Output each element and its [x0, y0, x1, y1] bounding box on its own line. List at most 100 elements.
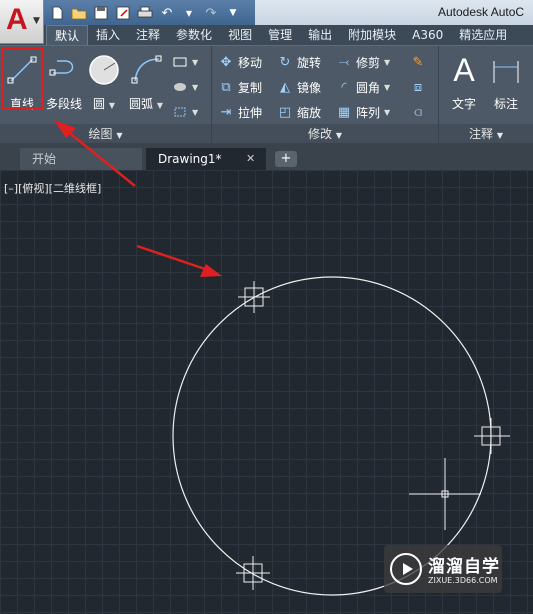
- trim-tool-button[interactable]: ⤙ 修剪 ▼: [336, 52, 390, 72]
- dimension-tool-label: 标注: [493, 97, 518, 111]
- tab-addins[interactable]: 附加模块: [340, 25, 404, 45]
- chevron-down-icon: ▼: [384, 82, 391, 92]
- application-menu-button[interactable]: A ▼: [0, 0, 44, 44]
- tab-drawing1[interactable]: Drawing1* ✕: [146, 148, 266, 170]
- boundary-icon: [172, 104, 188, 120]
- chevron-down-icon[interactable]: ▼: [157, 101, 163, 110]
- rectangle-tool-button[interactable]: ▼: [172, 52, 198, 72]
- undo-icon[interactable]: ↶: [158, 4, 176, 22]
- rotate-icon: ↻: [279, 54, 291, 70]
- dimension-tool-button[interactable]: 标注: [486, 51, 526, 112]
- modify-panel-title: 修改: [308, 127, 333, 141]
- rotate-tool-label: 旋转: [297, 55, 322, 70]
- arc-tool-button[interactable]: 圆弧 ▼: [126, 51, 166, 112]
- scale-icon: ◰: [278, 104, 292, 120]
- tab-output[interactable]: 输出: [300, 25, 340, 45]
- save-icon[interactable]: [92, 4, 110, 22]
- new-tab-button[interactable]: +: [275, 151, 297, 167]
- chevron-down-icon: ▼: [192, 82, 199, 92]
- copy-icon: ⧉: [221, 79, 231, 95]
- fillet-tool-label: 圆角: [356, 80, 381, 95]
- open-folder-icon[interactable]: [70, 4, 88, 22]
- chevron-down-icon: ▼: [116, 131, 123, 140]
- rotate-tool-button[interactable]: ↻ 旋转: [277, 52, 321, 72]
- boundary-tool-button[interactable]: ▼: [172, 102, 198, 122]
- offset-icon: ⫏: [414, 104, 422, 120]
- rectangle-icon: [172, 54, 188, 70]
- arc-tool-label: 圆弧: [129, 97, 154, 111]
- copy-tool-label: 复制: [238, 80, 263, 95]
- chevron-down-icon: ▼: [384, 57, 391, 67]
- redo-icon[interactable]: ↷: [202, 4, 220, 22]
- tab-view[interactable]: 视图: [220, 25, 260, 45]
- array-tool-button[interactable]: ▦ 阵列 ▼: [336, 102, 390, 122]
- document-tab-bar: 开始 Drawing1* ✕ +: [0, 143, 533, 170]
- modify-panel-footer[interactable]: 修改 ▼: [212, 124, 438, 144]
- draw-panel-footer[interactable]: 绘图 ▼: [0, 124, 211, 144]
- tab-parametric[interactable]: 参数化: [168, 25, 220, 45]
- tab-insert[interactable]: 插入: [88, 25, 128, 45]
- polyline-icon: [44, 51, 84, 89]
- stretch-tool-label: 拉伸: [238, 105, 263, 120]
- chevron-down-icon: ▼: [33, 16, 40, 26]
- scale-tool-button[interactable]: ◰ 缩放: [277, 102, 321, 122]
- tab-a360[interactable]: A360: [404, 25, 451, 45]
- erase-icon: ✎: [412, 54, 424, 70]
- close-icon[interactable]: ✕: [246, 148, 255, 170]
- chevron-down-icon: ▼: [192, 57, 199, 67]
- ribbon-panel-area: 直线 多段线 圆 ▼ 圆弧 ▼ ▼ ▼ ▼ 绘图 ▼ ✥ 移动 ↻ 旋转 ⤙ 修剪 ▼: [0, 45, 533, 144]
- save-as-icon[interactable]: [114, 4, 132, 22]
- array-tool-label: 阵列: [356, 105, 381, 120]
- autocad-logo-icon: A: [6, 3, 28, 36]
- viewport-controls-label[interactable]: [–][俯视][二维线框]: [4, 180, 101, 196]
- text-tool-label: 文字: [451, 97, 476, 111]
- text-tool-button[interactable]: A 文字: [444, 51, 484, 112]
- circle-tool-button[interactable]: 圆 ▼: [84, 51, 124, 112]
- erase-tool-button[interactable]: ✎: [410, 52, 426, 72]
- app-title: Autodesk AutoC: [438, 5, 525, 19]
- copy-tool-button[interactable]: ⧉ 复制: [218, 77, 262, 97]
- tab-default[interactable]: 默认: [46, 25, 89, 45]
- dimension-icon: [486, 51, 526, 89]
- move-tool-button[interactable]: ✥ 移动: [218, 52, 262, 72]
- customize-qat-icon[interactable]: ▼: [224, 4, 242, 22]
- scale-tool-label: 缩放: [297, 105, 322, 120]
- mirror-icon: ◭: [280, 79, 290, 95]
- tab-drawing1-label: Drawing1*: [158, 152, 222, 166]
- chevron-down-icon: ▼: [384, 107, 391, 117]
- watermark-name: 溜溜自学: [428, 557, 500, 577]
- annotation-panel-title: 注释: [469, 127, 494, 141]
- text-icon: A: [453, 51, 475, 88]
- circle-tool-label: 圆: [93, 97, 106, 111]
- watermark-url: ZIXUE.3D66.COM: [428, 576, 498, 585]
- arc-icon: [126, 51, 166, 89]
- explode-tool-button[interactable]: ⧈: [410, 77, 426, 97]
- offset-tool-button[interactable]: ⫏: [410, 102, 426, 122]
- hatch-icon: [172, 79, 188, 95]
- quick-access-toolbar: ↶ ▼ ↷ ▼: [48, 3, 242, 23]
- polyline-tool-button[interactable]: 多段线: [44, 51, 84, 112]
- fillet-tool-button[interactable]: ◜ 圆角 ▼: [336, 77, 390, 97]
- watermark: 溜溜自学 ZIXUE.3D66.COM: [384, 545, 502, 593]
- chevron-down-icon[interactable]: ▼: [180, 4, 198, 22]
- tab-annotate[interactable]: 注释: [128, 25, 168, 45]
- mirror-tool-label: 镜像: [297, 80, 322, 95]
- tab-manage[interactable]: 管理: [260, 25, 300, 45]
- tab-start[interactable]: 开始: [20, 148, 142, 170]
- explode-icon: ⧈: [413, 79, 423, 95]
- print-icon[interactable]: [136, 4, 154, 22]
- trim-icon: ⤙: [338, 54, 350, 70]
- chevron-down-icon[interactable]: ▼: [109, 101, 115, 110]
- hatch-tool-button[interactable]: ▼: [172, 77, 198, 97]
- tab-featured-apps[interactable]: 精选应用: [451, 25, 515, 45]
- chevron-down-icon: ▼: [335, 131, 342, 140]
- new-file-icon[interactable]: [48, 4, 66, 22]
- mirror-tool-button[interactable]: ◭ 镜像: [277, 77, 321, 97]
- chevron-down-icon: ▼: [192, 107, 199, 117]
- circle-icon: [84, 51, 124, 89]
- annotation-panel-footer[interactable]: 注释 ▼: [439, 124, 533, 144]
- ribbon-tab-bar: 默认 插入 注释 参数化 视图 管理 输出 附加模块 A360 精选应用: [0, 25, 533, 45]
- stretch-tool-button[interactable]: ⇥ 拉伸: [218, 102, 262, 122]
- move-icon: ✥: [220, 54, 232, 70]
- polyline-tool-label: 多段线: [45, 97, 82, 111]
